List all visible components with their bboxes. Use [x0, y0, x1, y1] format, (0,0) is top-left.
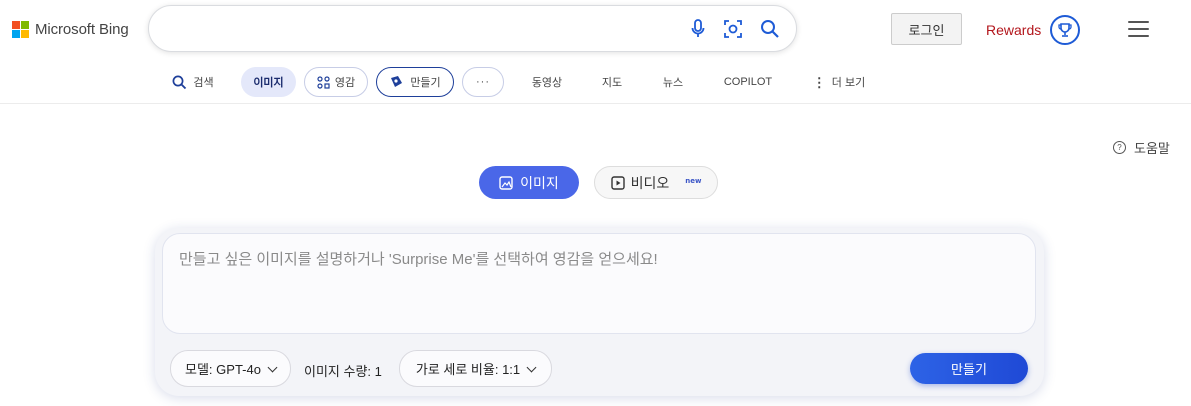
rewards-label: Rewards: [986, 22, 1042, 38]
nav-search[interactable]: 검색: [170, 67, 216, 97]
tab-video-label: 비디오: [630, 175, 670, 192]
chevron-down-icon: [526, 362, 537, 372]
image-create-icon: [391, 76, 403, 87]
nav-more-dots[interactable]: ···: [462, 67, 504, 97]
help-icon: ?: [1113, 141, 1126, 154]
help-link[interactable]: ? 도움말: [1113, 138, 1170, 157]
nav-copilot[interactable]: COPILOT: [718, 67, 778, 97]
chevron-down-icon: [267, 362, 278, 372]
nav-images[interactable]: 이미지: [241, 67, 296, 97]
header-divider: [0, 103, 1191, 104]
video-icon: [610, 175, 625, 190]
logo-text: Microsoft Bing: [35, 20, 129, 38]
new-badge: new: [685, 176, 702, 185]
more-vertical-icon: ⋮: [812, 74, 826, 90]
aspect-ratio-dropdown[interactable]: 가로 세로 비율: 1:1: [399, 350, 552, 387]
microsoft-logo-icon: [12, 20, 29, 38]
nav-maps[interactable]: 지도: [596, 67, 628, 97]
trophy-icon: [1050, 15, 1081, 45]
nav-create[interactable]: 만들기: [376, 67, 454, 97]
nav-videos[interactable]: 동영상: [526, 67, 568, 97]
nav-more-label: 더 보기: [831, 77, 866, 89]
aspect-ratio-label: 가로 세로 비율: 1:1: [415, 362, 521, 377]
nav-search-label: 검색: [193, 77, 214, 89]
nav-create-label: 만들기: [410, 77, 441, 89]
bing-logo[interactable]: Microsoft Bing: [12, 19, 129, 39]
login-button[interactable]: 로그인: [891, 13, 962, 45]
model-label: 모델: GPT-4o: [185, 362, 261, 377]
search-icon: [172, 75, 187, 89]
model-dropdown[interactable]: 모델: GPT-4o: [170, 350, 291, 387]
tab-image-label: 이미지: [520, 175, 559, 192]
tab-image[interactable]: 이미지: [479, 166, 579, 199]
menu-icon[interactable]: [1128, 21, 1149, 37]
search-icon[interactable]: [759, 18, 781, 40]
create-button[interactable]: 만들기: [910, 353, 1028, 384]
tab-video[interactable]: 비디오 new: [594, 166, 718, 199]
visual-search-icon[interactable]: [722, 18, 744, 40]
inspiration-icon: [317, 75, 330, 89]
microphone-icon[interactable]: [687, 18, 709, 40]
prompt-input[interactable]: 만들고 싶은 이미지를 설명하거나 'Surprise Me'를 선택하여 영감…: [162, 233, 1036, 334]
image-count: 이미지 수량: 1: [304, 364, 382, 379]
nav-inspiration[interactable]: 영감: [304, 67, 368, 97]
image-icon: [499, 175, 513, 190]
nav-news[interactable]: 뉴스: [657, 67, 689, 97]
rewards-button[interactable]: Rewards: [986, 14, 1081, 46]
help-label: 도움말: [1134, 141, 1170, 156]
search-box[interactable]: [148, 5, 797, 52]
nav-inspiration-label: 영감: [334, 77, 356, 89]
nav-more[interactable]: ⋮ 더 보기: [812, 67, 866, 97]
